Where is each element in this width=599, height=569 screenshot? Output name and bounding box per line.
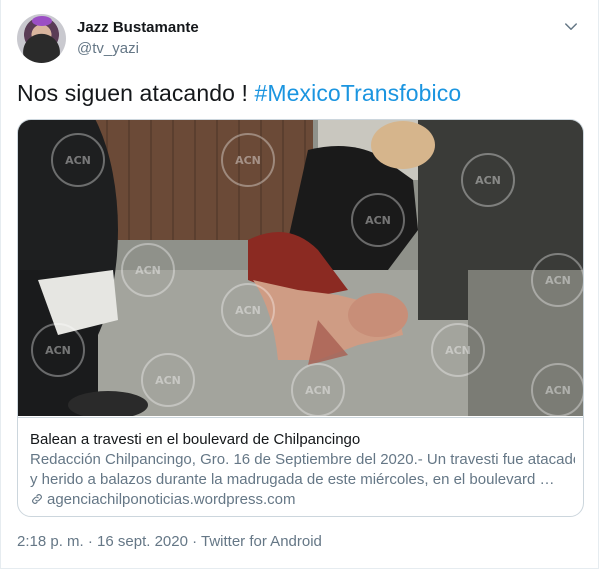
hashtag-link[interactable]: #MexicoTransfobico [254,80,461,106]
tweet-text: Nos siguen atacando ! #MexicoTransfobico [17,80,461,107]
watermark: ACN [235,154,261,167]
hair-bow [32,16,52,26]
card-domain-text[interactable]: agenciachilponoticias.wordpress.com [47,491,295,508]
card-body[interactable]: Balean a travesti en el boulevard de Chi… [18,417,583,516]
watermark: ACN [235,304,261,317]
watermark: ACN [475,174,501,187]
card-description: Redacción Chilpancingo, Gro. 16 de Septi… [30,450,575,489]
card-image[interactable]: ACN ACN ACN ACN ACN ACN ACN ACN ACN ACN … [18,120,583,416]
card-description-line: Redacción Chilpancingo, Gro. 16 de Septi… [30,451,575,468]
author-name[interactable]: Jazz Bustamante [77,19,199,36]
watermark: ACN [305,384,331,397]
watermark: ACN [135,264,161,277]
tweet-container: Jazz Bustamante @tv_yazi Nos siguen atac… [0,0,599,569]
news-photo: ACN ACN ACN ACN ACN ACN ACN ACN ACN ACN … [18,120,583,416]
link-icon [32,494,42,504]
author-handle[interactable]: @tv_yazi [77,40,139,57]
avatar[interactable] [17,14,66,63]
watermark: ACN [545,384,571,397]
card-domain[interactable]: agenciachilponoticias.wordpress.com [30,490,583,509]
link-card[interactable]: ACN ACN ACN ACN ACN ACN ACN ACN ACN ACN … [17,119,584,517]
tweet-timestamp[interactable]: 2:18 p. m. · 16 sept. 2020 · Twitter for… [17,533,322,550]
watermark: ACN [155,374,181,387]
watermark: ACN [445,344,471,357]
watermark: ACN [545,274,571,287]
card-description-line: y herido a balazos durante la madrugada … [30,470,555,488]
watermark: ACN [45,344,71,357]
watermark: ACN [365,214,391,227]
watermark: ACN [65,154,91,167]
tweet-body-text: Nos siguen atacando ! [17,80,255,106]
card-title[interactable]: Balean a travesti en el boulevard de Chi… [30,430,583,449]
chevron-down-icon[interactable] [562,18,580,36]
